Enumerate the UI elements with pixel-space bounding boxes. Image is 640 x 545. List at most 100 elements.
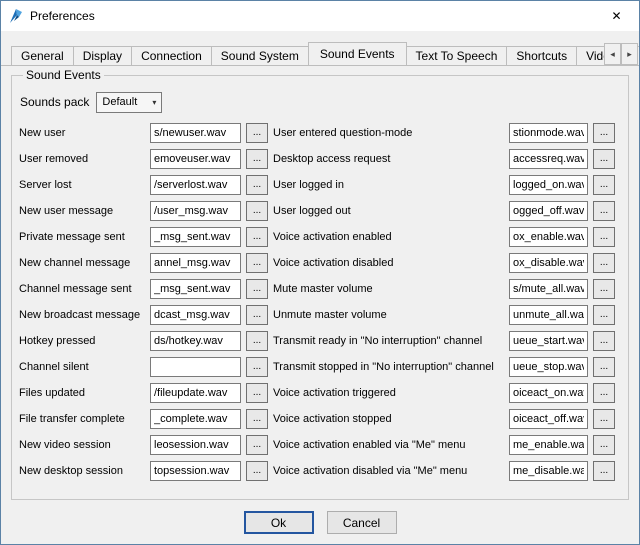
preferences-window: Preferences ✕ General Display Connection… xyxy=(0,0,640,545)
event-input-file-transfer-complete[interactable] xyxy=(150,409,241,429)
browse-button[interactable]: ... xyxy=(246,331,268,351)
window-title: Preferences xyxy=(30,9,95,23)
browse-button[interactable]: ... xyxy=(593,253,615,273)
event-label-transmit-ready: Transmit ready in "No interruption" chan… xyxy=(273,335,504,347)
event-input-hotkey-pressed[interactable] xyxy=(150,331,241,351)
event-label-voiceact-disabled: Voice activation disabled xyxy=(273,257,504,269)
event-label-new-channel-message: New channel message xyxy=(19,257,145,269)
event-label-voiceact-stopped: Voice activation stopped xyxy=(273,413,504,425)
tab-scroll-left-icon[interactable]: ◂ xyxy=(604,43,621,65)
cancel-button[interactable]: Cancel xyxy=(327,511,397,534)
chevron-down-icon: ▾ xyxy=(152,98,156,107)
event-input-new-user-message[interactable] xyxy=(150,201,241,221)
event-label-new-desktop-session: New desktop session xyxy=(19,465,145,477)
sounds-pack-label: Sounds pack xyxy=(20,95,89,109)
event-input-voiceact-stopped[interactable] xyxy=(509,409,588,429)
event-label-file-transfer-complete: File transfer complete xyxy=(19,413,145,425)
event-label-files-updated: Files updated xyxy=(19,387,145,399)
event-input-server-lost[interactable] xyxy=(150,175,241,195)
tab-scroll-right-icon[interactable]: ▸ xyxy=(621,43,638,65)
browse-button[interactable]: ... xyxy=(246,149,268,169)
browse-button[interactable]: ... xyxy=(246,461,268,481)
event-input-voiceact-disabled[interactable] xyxy=(509,253,588,273)
tab-bar: General Display Connection Sound System … xyxy=(1,38,639,66)
browse-button[interactable]: ... xyxy=(593,409,615,429)
event-input-channel-silent[interactable] xyxy=(150,357,241,377)
event-label-voiceact-enabled-me: Voice activation enabled via "Me" menu xyxy=(273,439,504,451)
browse-button[interactable]: ... xyxy=(246,227,268,247)
event-input-voiceact-triggered[interactable] xyxy=(509,383,588,403)
browse-button[interactable]: ... xyxy=(246,123,268,143)
event-label-new-user-message: New user message xyxy=(19,205,145,217)
event-input-new-channel-message[interactable] xyxy=(150,253,241,273)
event-input-voiceact-disabled-me[interactable] xyxy=(509,461,588,481)
browse-button[interactable]: ... xyxy=(246,253,268,273)
browse-button[interactable]: ... xyxy=(593,149,615,169)
tab-scrollers: ◂ ▸ xyxy=(604,43,638,65)
browse-button[interactable]: ... xyxy=(593,435,615,455)
browse-button[interactable]: ... xyxy=(246,279,268,299)
browse-button[interactable]: ... xyxy=(593,175,615,195)
event-input-desktop-access[interactable] xyxy=(509,149,588,169)
event-label-voiceact-triggered: Voice activation triggered xyxy=(273,387,504,399)
event-input-private-message-sent[interactable] xyxy=(150,227,241,247)
browse-button[interactable]: ... xyxy=(246,357,268,377)
tab-display[interactable]: Display xyxy=(73,46,132,66)
browse-button[interactable]: ... xyxy=(246,305,268,325)
tab-sound-system[interactable]: Sound System xyxy=(211,46,309,66)
event-label-logged-in: User logged in xyxy=(273,179,504,191)
tab-shortcuts[interactable]: Shortcuts xyxy=(506,46,577,66)
browse-button[interactable]: ... xyxy=(593,331,615,351)
event-input-logged-in[interactable] xyxy=(509,175,588,195)
event-label-hotkey-pressed: Hotkey pressed xyxy=(19,335,145,347)
event-input-mute-master[interactable] xyxy=(509,279,588,299)
browse-button[interactable]: ... xyxy=(246,435,268,455)
event-input-new-broadcast-message[interactable] xyxy=(150,305,241,325)
sounds-pack-select[interactable]: Default ▾ xyxy=(96,92,162,113)
event-label-new-video-session: New video session xyxy=(19,439,145,451)
event-input-new-user[interactable] xyxy=(150,123,241,143)
tab-sound-events[interactable]: Sound Events xyxy=(308,42,407,66)
event-label-new-user: New user xyxy=(19,127,145,139)
browse-button[interactable]: ... xyxy=(593,279,615,299)
tab-text-to-speech[interactable]: Text To Speech xyxy=(406,46,508,66)
event-input-unmute-master[interactable] xyxy=(509,305,588,325)
event-input-new-desktop-session[interactable] xyxy=(150,461,241,481)
event-input-transmit-ready[interactable] xyxy=(509,331,588,351)
event-label-new-broadcast-message: New broadcast message xyxy=(19,309,145,321)
event-input-transmit-stopped[interactable] xyxy=(509,357,588,377)
app-icon xyxy=(8,8,24,24)
event-label-logged-out: User logged out xyxy=(273,205,504,217)
browse-button[interactable]: ... xyxy=(593,383,615,403)
event-label-private-message-sent: Private message sent xyxy=(19,231,145,243)
browse-button[interactable]: ... xyxy=(593,227,615,247)
event-label-user-removed: User removed xyxy=(19,153,145,165)
browse-button[interactable]: ... xyxy=(593,461,615,481)
event-input-files-updated[interactable] xyxy=(150,383,241,403)
ok-button[interactable]: Ok xyxy=(244,511,314,534)
event-input-voiceact-enabled[interactable] xyxy=(509,227,588,247)
sounds-pack-value: Default xyxy=(102,96,137,108)
event-input-user-removed[interactable] xyxy=(150,149,241,169)
event-input-logged-out[interactable] xyxy=(509,201,588,221)
event-input-new-video-session[interactable] xyxy=(150,435,241,455)
event-input-voiceact-enabled-me[interactable] xyxy=(509,435,588,455)
event-label-channel-silent: Channel silent xyxy=(19,361,145,373)
tab-connection[interactable]: Connection xyxy=(131,46,212,66)
tab-general[interactable]: General xyxy=(11,46,74,66)
event-input-channel-message-sent[interactable] xyxy=(150,279,241,299)
event-label-mute-master: Mute master volume xyxy=(273,283,504,295)
browse-button[interactable]: ... xyxy=(593,123,615,143)
close-icon[interactable]: ✕ xyxy=(594,1,639,31)
browse-button[interactable]: ... xyxy=(593,305,615,325)
group-title: Sound Events xyxy=(23,68,104,82)
browse-button[interactable]: ... xyxy=(246,201,268,221)
browse-button[interactable]: ... xyxy=(246,383,268,403)
browse-button[interactable]: ... xyxy=(593,357,615,377)
event-label-desktop-access: Desktop access request xyxy=(273,153,504,165)
event-label-unmute-master: Unmute master volume xyxy=(273,309,504,321)
browse-button[interactable]: ... xyxy=(593,201,615,221)
browse-button[interactable]: ... xyxy=(246,175,268,195)
event-input-question-mode[interactable] xyxy=(509,123,588,143)
browse-button[interactable]: ... xyxy=(246,409,268,429)
